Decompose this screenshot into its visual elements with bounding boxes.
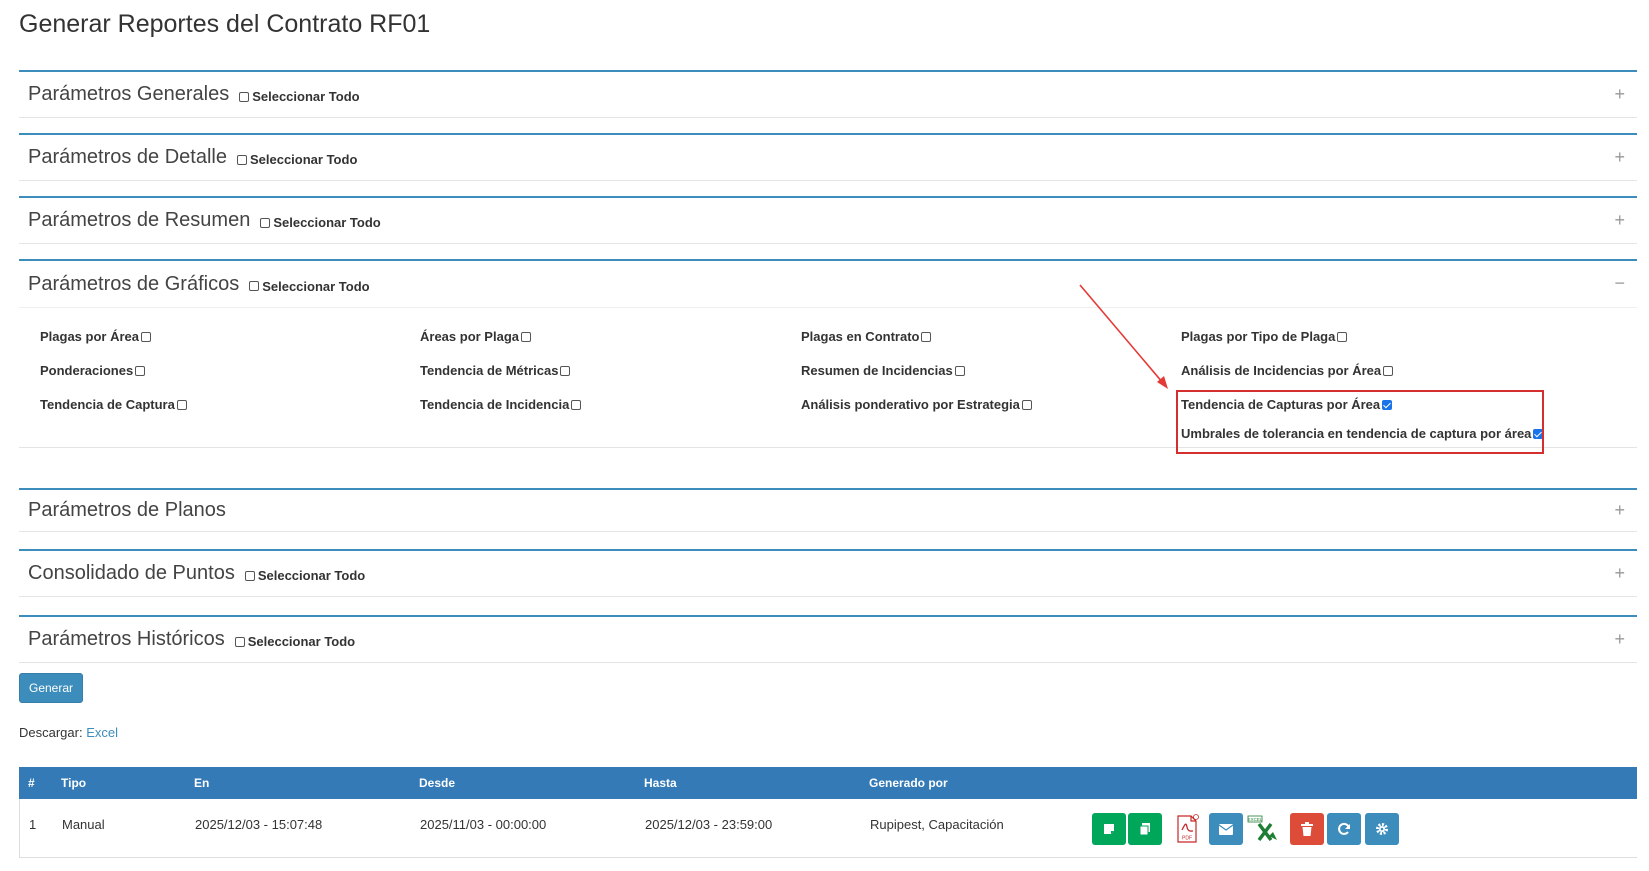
refresh-button[interactable] [1327,813,1361,845]
pdf-icon: PDF [1177,814,1199,843]
panel-consolidado: Consolidado de Puntos Seleccionar Todo + [19,549,1637,597]
col-header-en: En [194,776,210,790]
gear-icon [1376,823,1388,835]
panel-title: Consolidado de Puntos [28,562,235,584]
view-button[interactable] [1092,813,1126,845]
panel-title: Parámetros de Planos [28,499,226,521]
envelope-icon [1219,823,1233,835]
note-icon [1104,824,1114,834]
panel-historicos: Parámetros Históricos Seleccionar Todo + [19,615,1637,663]
download-label: Descargar: [19,725,83,740]
excel-button[interactable]: EXCEL [1247,813,1281,845]
col-header-desde: Desde [419,776,456,790]
panel-title: Parámetros Históricos [28,628,225,650]
download-excel-link[interactable]: Excel [86,725,118,740]
svg-text:EXCEL: EXCEL [1248,817,1263,822]
panel-planos: Parámetros de Planos + [19,488,1637,532]
select-all-checkbox[interactable]: Seleccionar Todo [234,634,355,649]
cell-desde: 2025/11/03 - 00:00:00 [420,817,547,832]
col-header-generado-por: Generado por [869,776,948,790]
expand-icon[interactable]: + [1614,501,1625,519]
cell-en: 2025/12/03 - 15:07:48 [195,817,323,832]
generar-button[interactable]: Generar [19,673,83,703]
copy-icon [1139,823,1150,836]
select-all-checkbox[interactable]: Seleccionar Todo [244,568,365,583]
email-button[interactable] [1209,813,1243,845]
cell-generado-por: Rupipest, Capacitación [870,817,1004,832]
excel-icon: EXCEL [1247,815,1277,842]
cell-tipo: Manual [62,817,105,832]
reports-table-header: # Tipo En Desde Hasta Generado por [19,767,1637,799]
col-header-hasta: Hasta [644,776,677,790]
cell-num: 1 [29,817,37,832]
trash-icon [1301,822,1313,836]
pdf-button[interactable]: PDF [1170,813,1204,845]
settings-button[interactable] [1365,813,1399,845]
annotation-arrow [1079,284,1168,389]
delete-button[interactable] [1290,813,1324,845]
svg-text:PDF: PDF [1182,836,1192,842]
col-header-tipo: Tipo [61,776,87,790]
download-line: Descargar: Excel [19,725,118,740]
copy-button[interactable] [1128,813,1162,845]
cell-hasta: 2025/12/03 - 23:59:00 [645,817,773,832]
expand-icon[interactable]: + [1614,564,1625,582]
col-header-num: # [28,776,35,790]
refresh-icon [1338,822,1350,835]
expand-icon[interactable]: + [1614,630,1625,648]
